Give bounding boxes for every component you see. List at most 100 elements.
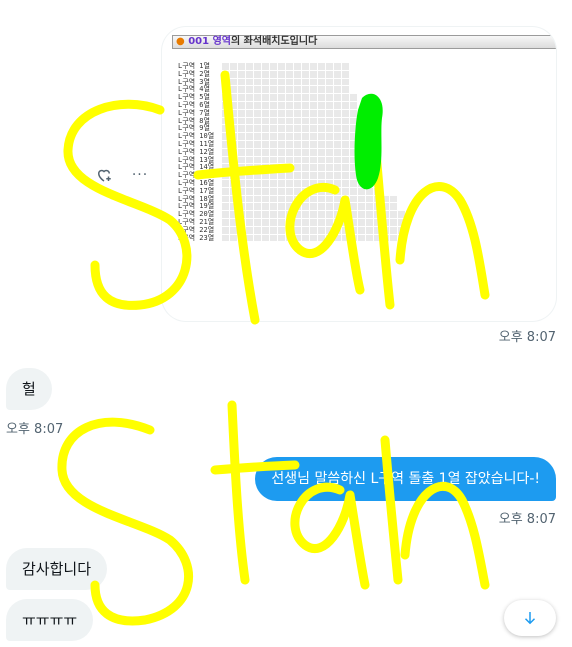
seat-row — [222, 133, 405, 141]
seat — [278, 195, 285, 203]
seat — [270, 234, 277, 242]
seat — [310, 148, 317, 156]
seat — [310, 94, 317, 101]
seat — [358, 140, 365, 148]
seat — [302, 140, 309, 148]
seat — [270, 78, 277, 86]
seat — [230, 164, 237, 172]
seat — [254, 125, 261, 133]
seat — [302, 125, 309, 133]
seat — [286, 101, 293, 109]
seat — [246, 164, 253, 172]
seat — [246, 195, 253, 203]
seat — [310, 179, 317, 187]
seat — [318, 94, 325, 101]
message-bubble-out[interactable]: 선생님 말씀하신 L구역 돌출 1열 잡았습니다-! — [255, 457, 556, 501]
seat — [222, 226, 229, 234]
seat — [286, 86, 293, 94]
seat — [278, 218, 285, 226]
header-text: 의 좌석배치도입니다 — [230, 36, 318, 47]
message-bubble-in[interactable]: ㅠㅠㅠㅠ — [6, 599, 94, 641]
seat — [390, 195, 397, 203]
seat — [246, 218, 253, 226]
seat — [326, 86, 333, 94]
seat — [342, 187, 349, 195]
more-button[interactable]: ··· — [129, 164, 151, 186]
seat — [230, 226, 237, 234]
seat — [222, 140, 229, 148]
seat — [238, 94, 245, 101]
seat — [294, 172, 301, 179]
arrow-down-icon — [524, 612, 536, 625]
seat — [350, 226, 357, 234]
seat — [358, 218, 365, 226]
seat-map-image[interactable]: ● 001 영역의 좌석배치도입니다 L구역 1열 L구역 2열 L구역 3열 L구역… — [162, 27, 556, 321]
seat — [334, 125, 341, 133]
seat — [326, 187, 333, 195]
seat — [286, 234, 293, 242]
seat — [310, 187, 317, 195]
seat — [310, 86, 317, 94]
seat-map-header: ● 001 영역의 좌석배치도입니다 — [172, 35, 556, 49]
seat — [270, 117, 277, 125]
seat — [270, 70, 277, 78]
seat — [318, 125, 325, 133]
seat — [382, 218, 389, 226]
seat — [374, 179, 381, 187]
seat — [342, 195, 349, 203]
seat — [238, 109, 245, 117]
seat — [278, 78, 285, 86]
seat — [278, 125, 285, 133]
seat — [286, 218, 293, 226]
seat — [238, 234, 245, 242]
add-reaction-button[interactable] — [93, 164, 115, 186]
seat — [334, 226, 341, 234]
seat — [286, 78, 293, 86]
seat — [222, 234, 229, 242]
seat — [246, 86, 253, 94]
seat — [358, 156, 365, 164]
seat — [230, 133, 237, 140]
seat — [366, 218, 373, 226]
seat — [230, 94, 237, 101]
seat — [350, 218, 357, 226]
seat — [270, 172, 277, 179]
seat — [326, 203, 333, 211]
seat-row — [222, 156, 405, 165]
seat — [286, 94, 293, 101]
seat — [294, 86, 301, 94]
seat — [350, 187, 357, 195]
seat — [270, 218, 277, 226]
seat — [254, 218, 261, 226]
seat — [238, 133, 245, 140]
seat — [326, 179, 333, 187]
seat — [350, 211, 357, 218]
seat — [350, 125, 357, 133]
seat — [254, 78, 261, 86]
seat-row — [222, 148, 405, 157]
seat — [270, 211, 277, 218]
seat — [294, 78, 301, 86]
seat — [278, 148, 285, 156]
seat — [254, 164, 261, 172]
seat — [318, 234, 325, 242]
scroll-down-button[interactable] — [504, 600, 556, 636]
seat — [222, 211, 229, 218]
message-time: 오후 8:07 — [498, 330, 556, 345]
seat — [246, 63, 253, 70]
seat — [262, 203, 269, 211]
seat — [342, 117, 349, 125]
seat — [286, 140, 293, 148]
seat-row — [222, 140, 405, 149]
seat — [334, 234, 341, 242]
seat — [270, 187, 277, 195]
message-bubble-in[interactable]: 감사합니다 — [6, 548, 108, 590]
seat — [342, 70, 349, 78]
seat — [262, 78, 269, 86]
seat — [230, 148, 237, 156]
seat — [310, 203, 317, 211]
seat — [382, 211, 389, 218]
seat — [254, 148, 261, 156]
message-bubble-in[interactable]: 헐 — [6, 368, 52, 410]
seat — [334, 218, 341, 226]
